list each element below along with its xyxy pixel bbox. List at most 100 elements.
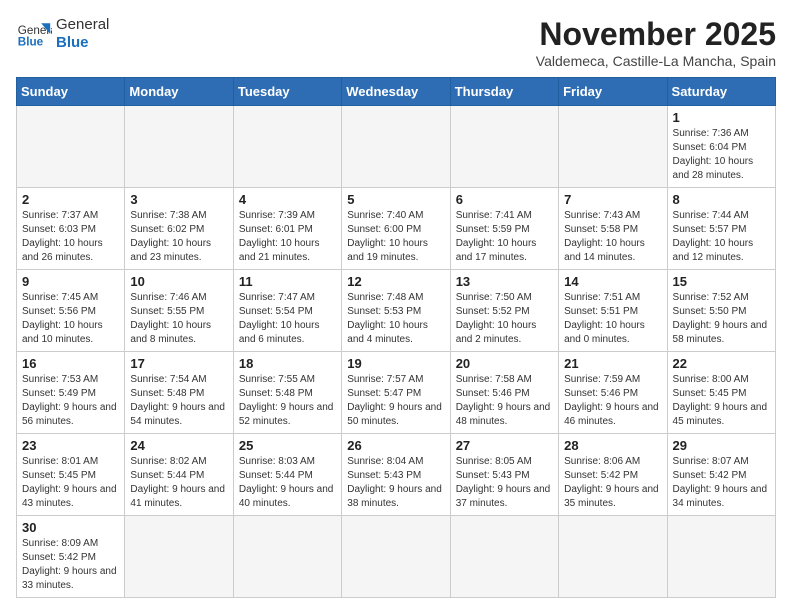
day-number: 21 [564, 356, 661, 371]
day-number: 13 [456, 274, 553, 289]
calendar-cell: 25 Sunrise: 8:03 AM Sunset: 5:44 PM Dayli… [233, 434, 341, 516]
calendar-cell: 8 Sunrise: 7:44 AM Sunset: 5:57 PM Daylig… [667, 188, 775, 270]
calendar-cell: 23Sunrise: 8:01 AM Sunset: 5:45 PM Dayli… [17, 434, 125, 516]
day-info: Sunrise: 7:45 AM Sunset: 5:56 PM Dayligh… [22, 291, 119, 347]
calendar-cell: 17Sunrise: 7:54 AM Sunset: 5:48 PM Dayli… [125, 352, 233, 434]
day-info: Sunrise: 7:40 AM Sunset: 6:00 PM Dayligh… [347, 209, 444, 265]
calendar-cell: 12Sunrise: 7:48 AM Sunset: 5:53 PM Dayli… [342, 270, 450, 352]
calendar-cell: 16 Sunrise: 7:53 AM Sunset: 5:49 PM Dayli… [17, 352, 125, 434]
weekday-header-cell: Tuesday [233, 78, 341, 106]
calendar-cell: 19Sunrise: 7:57 AM Sunset: 5:47 PM Dayli… [342, 352, 450, 434]
day-info: Sunrise: 7:43 AM Sunset: 5:58 PM Dayligh… [564, 209, 661, 265]
day-info: Sunrise: 7:52 AM Sunset: 5:50 PM Dayligh… [673, 291, 770, 347]
day-number: 11 [239, 274, 336, 289]
calendar-cell: 20Sunrise: 7:58 AM Sunset: 5:46 PM Dayli… [450, 352, 558, 434]
week-row: 1 Sunrise: 7:36 AM Sunset: 6:04 PM Daylig… [17, 106, 776, 188]
title-area: November 2025 Valdemeca, Castille-La Man… [536, 16, 776, 69]
month-title: November 2025 [536, 16, 776, 53]
day-info: Sunrise: 7:37 AM Sunset: 6:03 PM Dayligh… [22, 209, 119, 265]
calendar-cell [667, 516, 775, 598]
day-info: Sunrise: 8:03 AM Sunset: 5:44 PM Dayligh… [239, 455, 336, 511]
logo: General Blue General Blue [16, 16, 109, 52]
weekday-header-cell: Wednesday [342, 78, 450, 106]
calendar-cell: 7 Sunrise: 7:43 AM Sunset: 5:58 PM Daylig… [559, 188, 667, 270]
calendar-cell: 22Sunrise: 8:00 AM Sunset: 5:45 PM Dayli… [667, 352, 775, 434]
week-row: 16 Sunrise: 7:53 AM Sunset: 5:49 PM Dayli… [17, 352, 776, 434]
weekday-header-cell: Thursday [450, 78, 558, 106]
week-row: 2 Sunrise: 7:37 AM Sunset: 6:03 PM Daylig… [17, 188, 776, 270]
day-number: 30 [22, 520, 119, 535]
calendar-cell: 29Sunrise: 8:07 AM Sunset: 5:42 PM Dayli… [667, 434, 775, 516]
week-row: 23Sunrise: 8:01 AM Sunset: 5:45 PM Dayli… [17, 434, 776, 516]
day-info: Sunrise: 7:53 AM Sunset: 5:49 PM Dayligh… [22, 373, 119, 429]
day-info: Sunrise: 8:01 AM Sunset: 5:45 PM Dayligh… [22, 455, 119, 511]
calendar-cell [450, 516, 558, 598]
day-number: 6 [456, 192, 553, 207]
day-number: 24 [130, 438, 227, 453]
day-number: 15 [673, 274, 770, 289]
calendar-cell [450, 106, 558, 188]
day-info: Sunrise: 7:39 AM Sunset: 6:01 PM Dayligh… [239, 209, 336, 265]
day-info: Sunrise: 8:02 AM Sunset: 5:44 PM Dayligh… [130, 455, 227, 511]
calendar-cell [125, 106, 233, 188]
day-number: 8 [673, 192, 770, 207]
calendar-cell: 28 Sunrise: 8:06 AM Sunset: 5:42 PM Dayli… [559, 434, 667, 516]
weekday-header-cell: Friday [559, 78, 667, 106]
calendar-cell: 27Sunrise: 8:05 AM Sunset: 5:43 PM Dayli… [450, 434, 558, 516]
day-number: 1 [673, 110, 770, 125]
calendar: SundayMondayTuesdayWednesdayThursdayFrid… [16, 77, 776, 598]
day-number: 18 [239, 356, 336, 371]
calendar-cell: 18Sunrise: 7:55 AM Sunset: 5:48 PM Dayli… [233, 352, 341, 434]
calendar-cell [342, 106, 450, 188]
day-number: 29 [673, 438, 770, 453]
day-number: 25 [239, 438, 336, 453]
logo-icon: General Blue [16, 16, 52, 52]
day-info: Sunrise: 7:36 AM Sunset: 6:04 PM Dayligh… [673, 127, 770, 183]
logo-blue-text: Blue [56, 34, 109, 52]
calendar-cell [17, 106, 125, 188]
day-number: 12 [347, 274, 444, 289]
day-info: Sunrise: 8:06 AM Sunset: 5:42 PM Dayligh… [564, 455, 661, 511]
calendar-cell [233, 516, 341, 598]
day-number: 26 [347, 438, 444, 453]
day-number: 16 [22, 356, 119, 371]
calendar-cell: 2 Sunrise: 7:37 AM Sunset: 6:03 PM Daylig… [17, 188, 125, 270]
day-number: 22 [673, 356, 770, 371]
calendar-cell: 9Sunrise: 7:45 AM Sunset: 5:56 PM Daylig… [17, 270, 125, 352]
calendar-cell: 4 Sunrise: 7:39 AM Sunset: 6:01 PM Daylig… [233, 188, 341, 270]
calendar-cell: 30 Sunrise: 8:09 AM Sunset: 5:42 PM Dayli… [17, 516, 125, 598]
day-number: 27 [456, 438, 553, 453]
calendar-cell [233, 106, 341, 188]
day-info: Sunrise: 7:46 AM Sunset: 5:55 PM Dayligh… [130, 291, 227, 347]
weekday-header-cell: Monday [125, 78, 233, 106]
day-number: 7 [564, 192, 661, 207]
calendar-cell [559, 516, 667, 598]
calendar-body: 1 Sunrise: 7:36 AM Sunset: 6:04 PM Daylig… [17, 106, 776, 598]
day-number: 10 [130, 274, 227, 289]
calendar-cell: 10 Sunrise: 7:46 AM Sunset: 5:55 PM Dayli… [125, 270, 233, 352]
calendar-cell: 1 Sunrise: 7:36 AM Sunset: 6:04 PM Daylig… [667, 106, 775, 188]
day-info: Sunrise: 7:41 AM Sunset: 5:59 PM Dayligh… [456, 209, 553, 265]
calendar-cell: 13 Sunrise: 7:50 AM Sunset: 5:52 PM Dayli… [450, 270, 558, 352]
day-info: Sunrise: 8:09 AM Sunset: 5:42 PM Dayligh… [22, 537, 119, 593]
day-info: Sunrise: 7:51 AM Sunset: 5:51 PM Dayligh… [564, 291, 661, 347]
day-info: Sunrise: 8:04 AM Sunset: 5:43 PM Dayligh… [347, 455, 444, 511]
location-title: Valdemeca, Castille-La Mancha, Spain [536, 53, 776, 69]
calendar-cell [125, 516, 233, 598]
day-info: Sunrise: 7:47 AM Sunset: 5:54 PM Dayligh… [239, 291, 336, 347]
calendar-cell [342, 516, 450, 598]
day-number: 5 [347, 192, 444, 207]
day-info: Sunrise: 7:44 AM Sunset: 5:57 PM Dayligh… [673, 209, 770, 265]
day-info: Sunrise: 7:50 AM Sunset: 5:52 PM Dayligh… [456, 291, 553, 347]
day-info: Sunrise: 7:38 AM Sunset: 6:02 PM Dayligh… [130, 209, 227, 265]
calendar-cell: 24 Sunrise: 8:02 AM Sunset: 5:44 PM Dayli… [125, 434, 233, 516]
day-info: Sunrise: 7:54 AM Sunset: 5:48 PM Dayligh… [130, 373, 227, 429]
day-info: Sunrise: 7:59 AM Sunset: 5:46 PM Dayligh… [564, 373, 661, 429]
calendar-cell: 3Sunrise: 7:38 AM Sunset: 6:02 PM Daylig… [125, 188, 233, 270]
day-number: 4 [239, 192, 336, 207]
calendar-cell: 11 Sunrise: 7:47 AM Sunset: 5:54 PM Dayli… [233, 270, 341, 352]
calendar-cell: 5 Sunrise: 7:40 AM Sunset: 6:00 PM Daylig… [342, 188, 450, 270]
day-number: 28 [564, 438, 661, 453]
calendar-cell: 26 Sunrise: 8:04 AM Sunset: 5:43 PM Dayli… [342, 434, 450, 516]
day-number: 2 [22, 192, 119, 207]
